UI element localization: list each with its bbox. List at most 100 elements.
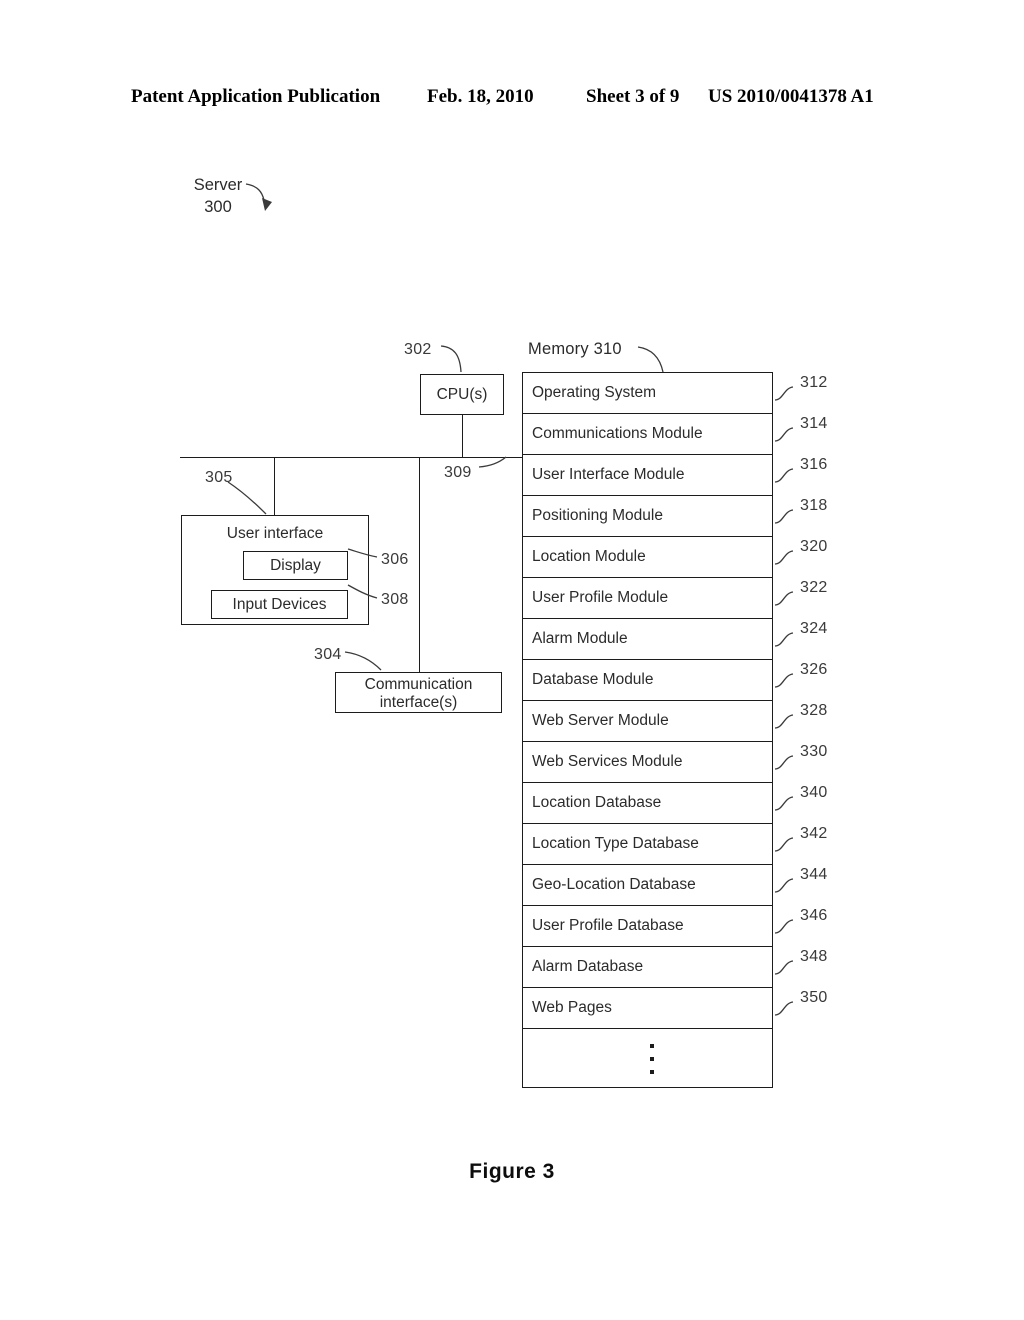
memory-row-label: Geo-Location Database — [532, 876, 696, 893]
memory-row-leader — [774, 1001, 794, 1016]
header-sheet-number: Sheet 3 of 9 — [586, 86, 680, 107]
memory-row-reference-number: 326 — [800, 661, 828, 678]
memory-row-reference-number: 316 — [800, 456, 828, 473]
memory-row: Alarm Module — [523, 619, 772, 660]
memory-row-reference-number: 312 — [800, 374, 828, 391]
memory-row-reference-number: 320 — [800, 538, 828, 555]
memory-row-label: Alarm Database — [532, 958, 644, 975]
memory-row: Location Type Database — [523, 824, 772, 865]
memory-row-label: Web Server Module — [532, 712, 669, 729]
header-patent-number: US 2010/0041378 A1 — [708, 86, 874, 107]
memory-leader — [637, 346, 664, 373]
figure-caption: Figure 3 — [469, 1160, 555, 1183]
memory-row-leader — [774, 632, 794, 647]
communication-interface-leader — [344, 651, 382, 671]
memory-row-leader — [774, 427, 794, 442]
memory-row-label: Location Module — [532, 548, 646, 565]
cpu-reference-number: 302 — [404, 341, 432, 358]
memory-title: Memory 310 — [528, 340, 622, 358]
bus-to-user-interface-line — [274, 457, 275, 515]
system-bus-line — [180, 457, 523, 458]
input-devices-label: Input Devices — [232, 596, 327, 613]
memory-block: Operating System Communications Module Use… — [522, 372, 773, 1088]
input-devices-block: Input Devices — [211, 590, 348, 619]
ellipsis-dot-icon — [650, 1057, 654, 1061]
memory-row: User Profile Database — [523, 906, 772, 947]
user-interface-block: User interface Display Input Devices — [181, 515, 369, 625]
memory-row-leader — [774, 919, 794, 934]
communication-interface-label-line1: Communication — [364, 676, 473, 693]
memory-row-label: Location Database — [532, 794, 662, 811]
memory-row-reference-number: 330 — [800, 743, 828, 760]
memory-row: User Profile Module — [523, 578, 772, 619]
display-reference-number: 306 — [381, 551, 409, 568]
memory-row: Positioning Module — [523, 496, 772, 537]
memory-row-leader — [774, 796, 794, 811]
memory-row-label: User Interface Module — [532, 466, 685, 483]
cpu-label: CPU(s) — [436, 386, 488, 403]
memory-row-label: Location Type Database — [532, 835, 699, 852]
memory-row-label: Operating System — [532, 384, 657, 401]
memory-row-leader — [774, 755, 794, 770]
display-block: Display — [243, 551, 348, 580]
memory-row-leader — [774, 960, 794, 975]
memory-row-reference-number: 322 — [800, 579, 828, 596]
ellipsis-dot-icon — [650, 1044, 654, 1048]
bus-leader — [478, 456, 507, 468]
memory-row-reference-number: 328 — [800, 702, 828, 719]
communication-interface-block: Communication interface(s) — [335, 672, 502, 713]
memory-row-leader — [774, 509, 794, 524]
memory-row-reference-number: 314 — [800, 415, 828, 432]
memory-row-reference-number: 346 — [800, 907, 828, 924]
header-date: Feb. 18, 2010 — [427, 86, 534, 107]
memory-row-leader — [774, 550, 794, 565]
memory-row-label: Positioning Module — [532, 507, 663, 524]
memory-row-reference-number: 324 — [800, 620, 828, 637]
memory-row-label: Communications Module — [532, 425, 703, 442]
memory-row-leader — [774, 468, 794, 483]
bus-reference-number: 309 — [444, 464, 472, 481]
memory-row: Geo-Location Database — [523, 865, 772, 906]
memory-row-label: Database Module — [532, 671, 654, 688]
user-interface-label: User interface — [226, 525, 324, 542]
leader-lines — [227, 183, 794, 1016]
memory-row-reference-number: 342 — [800, 825, 828, 842]
memory-row-reference-number: 318 — [800, 497, 828, 514]
memory-row-leader — [774, 837, 794, 852]
user-interface-reference-number: 305 — [205, 469, 233, 486]
memory-row-reference-number: 350 — [800, 989, 828, 1006]
memory-row-label: Web Services Module — [532, 753, 683, 770]
server-reference-number: 300 — [204, 198, 232, 216]
memory-row-label: Web Pages — [532, 999, 612, 1016]
memory-row: Communications Module — [523, 414, 772, 455]
memory-row-leader — [774, 591, 794, 606]
memory-row: Location Module — [523, 537, 772, 578]
memory-row: User Interface Module — [523, 455, 772, 496]
input-devices-reference-number: 308 — [381, 591, 409, 608]
memory-row-leader — [774, 386, 794, 401]
cpu-leader — [440, 345, 462, 373]
memory-row-leader — [774, 673, 794, 688]
memory-row: Web Server Module — [523, 701, 772, 742]
memory-row-label: Alarm Module — [532, 630, 628, 647]
ellipsis-dot-icon — [650, 1070, 654, 1074]
memory-row-leader — [774, 714, 794, 729]
bus-to-communication-interface-line — [419, 457, 420, 672]
memory-row-reference-number: 344 — [800, 866, 828, 883]
memory-ellipsis-row — [523, 1029, 772, 1089]
memory-row: Location Database — [523, 783, 772, 824]
memory-row: Operating System — [523, 373, 772, 414]
memory-row: Database Module — [523, 660, 772, 701]
server-label: Server 300 — [178, 174, 258, 218]
server-label-text: Server — [193, 176, 243, 194]
cpu-to-bus-line — [462, 415, 463, 458]
communication-interface-reference-number: 304 — [314, 646, 342, 663]
memory-row-label: User Profile Module — [532, 589, 669, 606]
header-publication: Patent Application Publication — [131, 86, 381, 107]
memory-row: Web Services Module — [523, 742, 772, 783]
user-interface-leader — [227, 481, 267, 515]
communication-interface-label-line2: interface(s) — [379, 694, 458, 711]
server-leader-arrow-tail — [263, 199, 268, 209]
memory-row-leader — [774, 878, 794, 893]
page-header: Patent Application Publication Feb. 18, … — [0, 86, 1024, 112]
